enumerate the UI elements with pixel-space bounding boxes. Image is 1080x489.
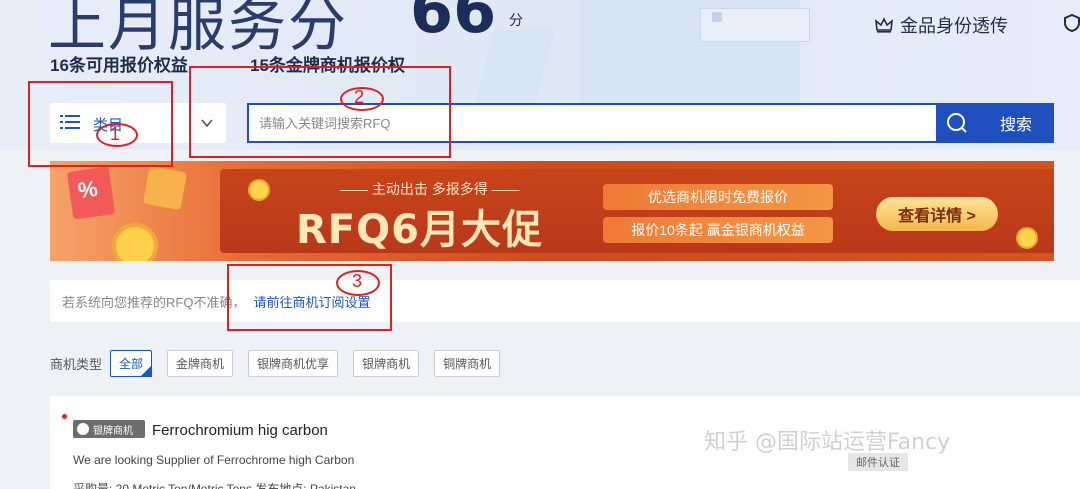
- crown-icon: [874, 17, 894, 33]
- annotation-number-3: 3: [352, 271, 363, 291]
- banner-subtitle: —— 主动出击 多报多得 ——: [340, 181, 520, 197]
- coin-icon: [1016, 227, 1038, 249]
- search-button[interactable]: 搜索: [978, 103, 1054, 143]
- available-quotes-stat: 16条可用报价权益: [50, 56, 188, 75]
- filter-chip-all[interactable]: 全部: [110, 350, 153, 377]
- search-icon-button[interactable]: [936, 103, 978, 143]
- search-icon: [947, 113, 967, 133]
- clock-icon: [112, 223, 158, 261]
- service-score-value: 66: [410, 0, 497, 47]
- filter-label: 商机类型: [50, 357, 103, 372]
- filter-chip-silver[interactable]: 银牌商机: [353, 350, 420, 377]
- rfq-description: We are looking Supplier of Ferrochrome h…: [73, 453, 355, 467]
- banner-decoration: [142, 165, 188, 211]
- medal-icon: [77, 423, 89, 435]
- gold-identity-link[interactable]: 金品身份透传: [874, 12, 1008, 38]
- notice-text: 若系统向您推荐的RFQ不准确，: [62, 294, 246, 310]
- percent-icon: %: [76, 175, 100, 204]
- rfq-title[interactable]: Ferrochromium hig carbon: [152, 422, 328, 439]
- filter-chip-bronze[interactable]: 铜牌商机: [434, 350, 501, 377]
- gold-identity-label: 金品身份透传: [900, 16, 1008, 36]
- silver-rfq-badge: 银牌商机: [73, 420, 145, 438]
- annotation-box-2: [189, 66, 451, 158]
- badge-label: 银牌商机: [93, 425, 133, 437]
- filter-chip-gold[interactable]: 金牌商机: [167, 350, 234, 377]
- banner-title: RFQ6月大促: [296, 207, 543, 253]
- rfq-meta: 采购量: 20 Metric Ton/Metric Tons 发布地点: Pak…: [73, 482, 356, 489]
- watermark-text: 知乎 @国际站运营Fancy: [704, 430, 951, 455]
- promo-banner[interactable]: % —— 主动出击 多报多得 —— RFQ6月大促 优选商机限时免费报价 报价1…: [50, 161, 1054, 261]
- annotation-number-2: 2: [354, 87, 365, 107]
- view-details-button[interactable]: 查看详情 >: [876, 197, 998, 231]
- annotation-number-1: 1: [110, 124, 121, 144]
- annotation-box-1: [28, 81, 173, 167]
- coin-icon: [248, 179, 270, 201]
- unread-dot: [62, 414, 67, 419]
- hero-decoration: [712, 12, 722, 22]
- filter-chip-silver-plus[interactable]: 银牌商机优享: [248, 350, 339, 377]
- recommendation-notice: 若系统向您推荐的RFQ不准确， 请前往商机订阅设置: [50, 280, 1080, 322]
- rfq-type-filter: 商机类型 全部 金牌商机 银牌商机优享 银牌商机 铜牌商机: [50, 350, 515, 377]
- banner-offer-pill: 优选商机限时免费报价: [603, 184, 833, 210]
- service-score-unit: 分: [509, 12, 523, 28]
- shield-icon[interactable]: [1064, 14, 1080, 32]
- banner-offer-pill: 报价10条起 赢金银商机权益: [603, 217, 833, 243]
